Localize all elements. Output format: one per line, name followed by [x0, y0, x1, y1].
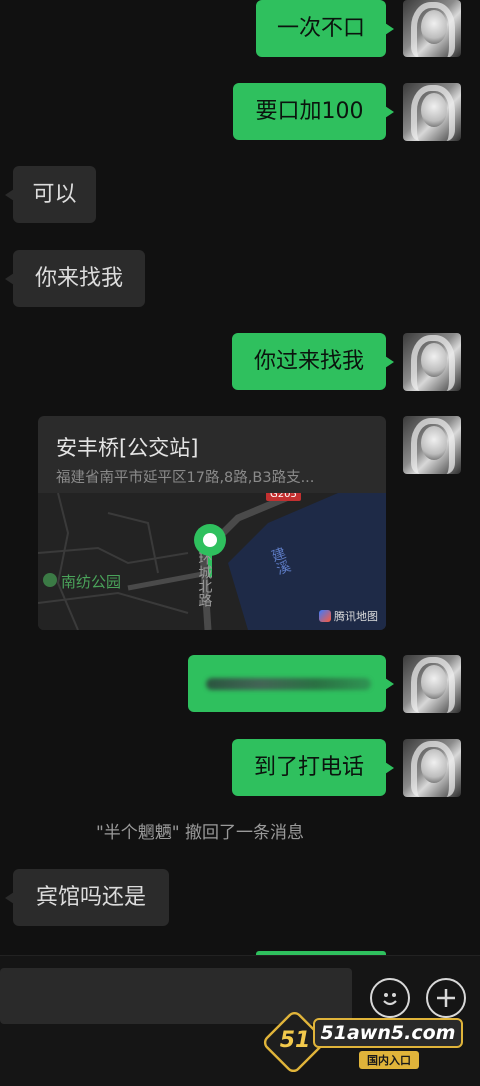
incoming-message[interactable]: 你来找我: [5, 250, 145, 307]
location-title: 安丰桥[公交站]: [56, 436, 199, 460]
message-text: 宾馆吗还是: [35, 884, 146, 910]
map-provider-label: 腾讯地图: [334, 610, 378, 623]
my-avatar[interactable]: [403, 416, 461, 474]
my-avatar[interactable]: [403, 333, 461, 391]
watermark-domain: 51awn5.com: [320, 1022, 456, 1044]
message-text: 可以: [32, 181, 77, 207]
location-pin-icon: [194, 524, 226, 556]
outgoing-message[interactable]: 要口加100: [233, 83, 394, 140]
redaction-scribble: [206, 678, 371, 690]
outgoing-message[interactable]: 到了打电话: [232, 739, 394, 796]
my-avatar[interactable]: [403, 655, 461, 713]
watermark-logo: 51 51awn5.com 国内入口: [260, 1008, 465, 1076]
incoming-message[interactable]: 宾馆吗还是: [5, 869, 169, 926]
street-label: 环城北路: [196, 551, 213, 607]
recall-notice: "半个魍魉" 撤回了一条消息: [95, 823, 305, 843]
outgoing-message[interactable]: 你过来找我: [232, 333, 394, 390]
map-preview[interactable]: G205 南纺公园 建溪 环城北路 腾讯地图: [38, 493, 386, 630]
message-text: 到了打电话: [253, 754, 364, 780]
watermark-badge-text: 51: [279, 1028, 311, 1053]
watermark-domain-box: 51awn5.com: [313, 1018, 463, 1048]
location-address: 福建省南平市延平区17路,8路,B3路支...: [56, 470, 315, 486]
tencent-map-icon: [319, 610, 331, 622]
message-text: 你来找我: [34, 265, 123, 291]
map-provider: 腾讯地图: [319, 608, 378, 624]
my-avatar[interactable]: [403, 0, 461, 57]
road-badge: G205: [266, 493, 301, 501]
park-icon: [43, 573, 57, 587]
message-text: 一次不口: [276, 15, 365, 41]
outgoing-message[interactable]: 一次不口: [256, 0, 394, 57]
my-avatar[interactable]: [403, 739, 461, 797]
incoming-message[interactable]: 可以: [5, 166, 96, 223]
message-text: 要口加100: [255, 98, 364, 124]
location-card[interactable]: 安丰桥[公交站] 福建省南平市延平区17路,8路,B3路支... G205 南纺…: [38, 416, 386, 630]
park-label: 南纺公园: [61, 573, 122, 591]
watermark-subtitle: 国内入口: [359, 1051, 419, 1069]
message-text: 你过来找我: [253, 348, 364, 374]
outgoing-message-redacted[interactable]: [188, 655, 394, 712]
my-avatar[interactable]: [403, 83, 461, 141]
